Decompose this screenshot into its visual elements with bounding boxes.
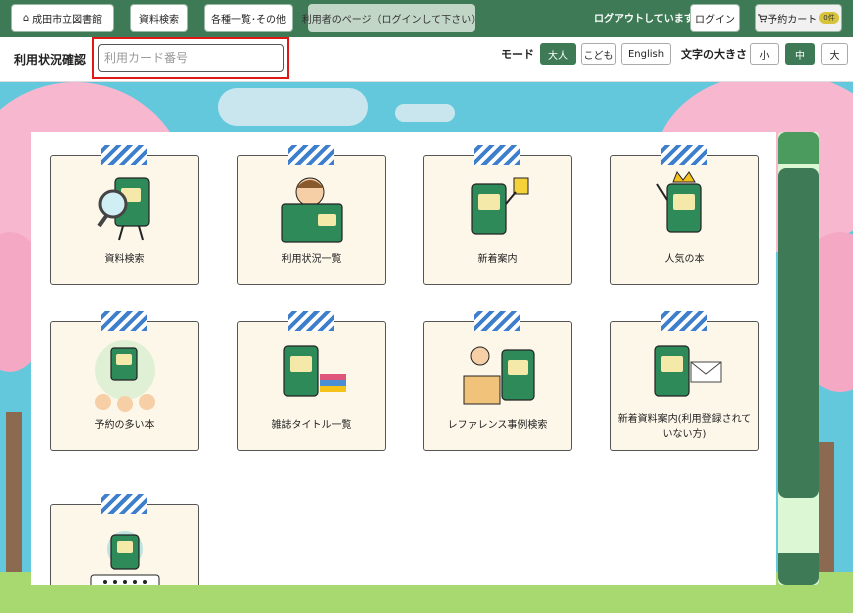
tape-decoration <box>101 145 147 165</box>
home-icon: ⌂ <box>22 12 30 24</box>
cart-icon <box>758 13 768 22</box>
cart-count-badge: 0件 <box>819 12 839 24</box>
book-with-new-item-icon <box>471 177 529 235</box>
reservation-cart-button[interactable]: 予約カート 0件 <box>755 4 842 32</box>
book-with-password-icon <box>90 531 160 585</box>
home-button-label: 成田市立図書館 <box>32 14 103 26</box>
book-with-envelope-icon <box>654 345 722 397</box>
font-size-medium-button[interactable]: 中 <box>785 43 815 65</box>
home-button[interactable]: ⌂ 成田市立図書館 <box>11 4 114 32</box>
tile-label: 予約の多い本 <box>94 420 155 431</box>
tile-label: 利用状況一覧 <box>281 254 342 265</box>
mode-english-button[interactable]: English <box>621 43 671 65</box>
scroll-up-button[interactable] <box>778 132 819 164</box>
scroll-down-button[interactable] <box>778 553 819 585</box>
cart-label: 予約カート <box>767 14 818 26</box>
tree-trunk-left <box>6 412 22 582</box>
input-highlight-frame <box>92 37 289 79</box>
tape-decoration <box>101 494 147 514</box>
menu-tile-new-arrivals[interactable]: 新着案内 <box>423 145 572 285</box>
tile-label: 新着案内 <box>477 254 518 265</box>
tape-decoration <box>288 311 334 331</box>
book-with-magazines-icon <box>283 345 346 397</box>
menu-panel: 資料検索 利用状況一覧 新着案内 人気の本 予約の多い本 雑誌タイトル一覧 レフ… <box>31 132 776 585</box>
font-size-large-button[interactable]: 大 <box>821 43 848 65</box>
librarian-desk-icon <box>463 346 535 405</box>
menu-tile-popular-books[interactable]: 人気の本 <box>610 145 759 285</box>
login-status-text: ログアウトしています <box>594 14 694 25</box>
user-page-button[interactable]: 利用者のページ（ログインして下さい） <box>302 4 481 32</box>
menu-tile-most-reserved[interactable]: 予約の多い本 <box>50 311 199 451</box>
menu-tile-password[interactable] <box>50 494 199 585</box>
tile-label: レファレンス事例検索 <box>447 420 548 431</box>
book-magnifier-icon <box>97 177 150 241</box>
menu-tile-new-materials-unregistered[interactable]: 新着資料案内(利用登録されていない方) <box>610 311 759 451</box>
tape-decoration <box>474 311 520 331</box>
menu-tile-magazine-titles[interactable]: 雑誌タイトル一覧 <box>237 311 386 451</box>
menu-tile-material-search[interactable]: 資料検索 <box>50 145 199 285</box>
menu-tile-reference-search[interactable]: レファレンス事例検索 <box>423 311 572 451</box>
tree-trunk-right <box>818 442 834 582</box>
book-with-children-icon <box>95 340 155 412</box>
mode-kids-button[interactable]: こども <box>581 43 616 65</box>
tape-decoration <box>101 311 147 331</box>
lists-nav-button[interactable]: 各種一覧･その他 <box>204 4 293 32</box>
font-size-small-button[interactable]: 小 <box>750 43 779 65</box>
mode-label: モード <box>501 48 534 61</box>
tile-label: 人気の本 <box>664 254 705 265</box>
page-title: 利用状況確認 <box>14 53 87 67</box>
menu-tile-usage-status[interactable]: 利用状況一覧 <box>237 145 386 285</box>
book-with-crown-icon <box>656 170 702 233</box>
scrollbar-thumb[interactable] <box>778 168 819 498</box>
tape-decoration <box>661 311 707 331</box>
tape-decoration <box>288 145 334 165</box>
mode-adult-button[interactable]: 大人 <box>540 43 576 65</box>
tile-label: 雑誌タイトル一覧 <box>271 420 352 431</box>
cloud-small <box>395 104 455 122</box>
login-button[interactable]: ログイン <box>690 4 740 32</box>
top-navigation-bar: ⌂ 成田市立図書館 資料検索 各種一覧･その他 利用者のページ（ログインして下さ… <box>0 0 853 37</box>
tape-decoration <box>474 145 520 165</box>
tape-decoration <box>661 145 707 165</box>
tile-label: 新着資料案内(利用登録されていない方) <box>617 414 752 440</box>
cloud <box>218 88 368 126</box>
tile-label: 資料検索 <box>104 254 145 265</box>
font-size-label: 文字の大きさ <box>681 48 747 61</box>
search-nav-button[interactable]: 資料検索 <box>130 4 188 32</box>
boy-reading-book-icon <box>281 177 343 243</box>
